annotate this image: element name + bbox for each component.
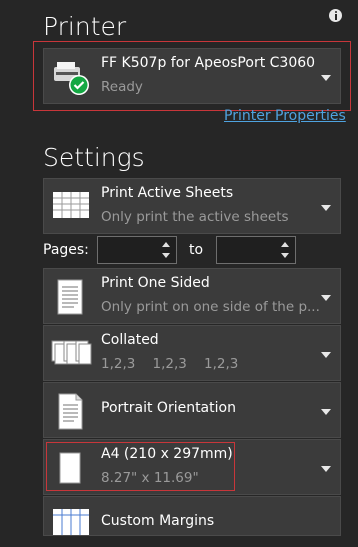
margins-dropdown[interactable]: Custom Margins — [43, 496, 341, 536]
collation-subtitle: 1,2,3 1,2,3 1,2,3 — [101, 356, 239, 372]
orientation-dropdown[interactable]: Portrait Orientation — [43, 382, 341, 438]
pages-to-label: to — [189, 242, 204, 258]
pages-label: Pages: — [43, 242, 89, 258]
spin-down-icon[interactable] — [162, 253, 170, 258]
settings-heading: Settings — [43, 143, 145, 172]
sheets-grid-icon — [50, 188, 94, 226]
printer-heading: Printer — [43, 12, 127, 41]
sides-dropdown[interactable]: Print One Sided Only print on one side o… — [43, 268, 341, 324]
sides-subtitle: Only print on one side of the p... — [101, 299, 320, 315]
print-what-dropdown[interactable]: Print Active Sheets Only print the activ… — [43, 178, 341, 234]
collation-title: Collated — [101, 332, 159, 348]
spin-up-icon[interactable] — [281, 242, 289, 247]
info-icon[interactable] — [329, 9, 342, 22]
pages-to-input[interactable] — [216, 236, 296, 264]
pages-from-input[interactable] — [97, 236, 177, 264]
collated-stack-icon — [50, 335, 94, 373]
chevron-down-icon — [321, 352, 331, 358]
chevron-down-icon — [321, 466, 331, 472]
spin-up-icon[interactable] — [162, 242, 170, 247]
chevron-down-icon — [321, 409, 331, 415]
one-sided-page-icon — [50, 278, 94, 316]
orientation-title: Portrait Orientation — [101, 400, 236, 416]
spin-down-icon[interactable] — [281, 253, 289, 258]
margins-grid-icon — [50, 505, 94, 543]
printer-highlight-box — [33, 41, 351, 111]
print-what-title: Print Active Sheets — [101, 185, 234, 201]
printer-properties-link[interactable]: Printer Properties — [224, 108, 346, 124]
print-what-subtitle: Only print the active sheets — [101, 209, 289, 225]
collation-dropdown[interactable]: Collated 1,2,3 1,2,3 1,2,3 — [43, 325, 341, 381]
chevron-down-icon — [321, 205, 331, 211]
paper-size-highlight-box — [46, 442, 235, 491]
chevron-down-icon — [321, 295, 331, 301]
portrait-page-icon — [50, 392, 94, 430]
margins-title: Custom Margins — [101, 513, 215, 529]
sides-title: Print One Sided — [101, 275, 210, 291]
